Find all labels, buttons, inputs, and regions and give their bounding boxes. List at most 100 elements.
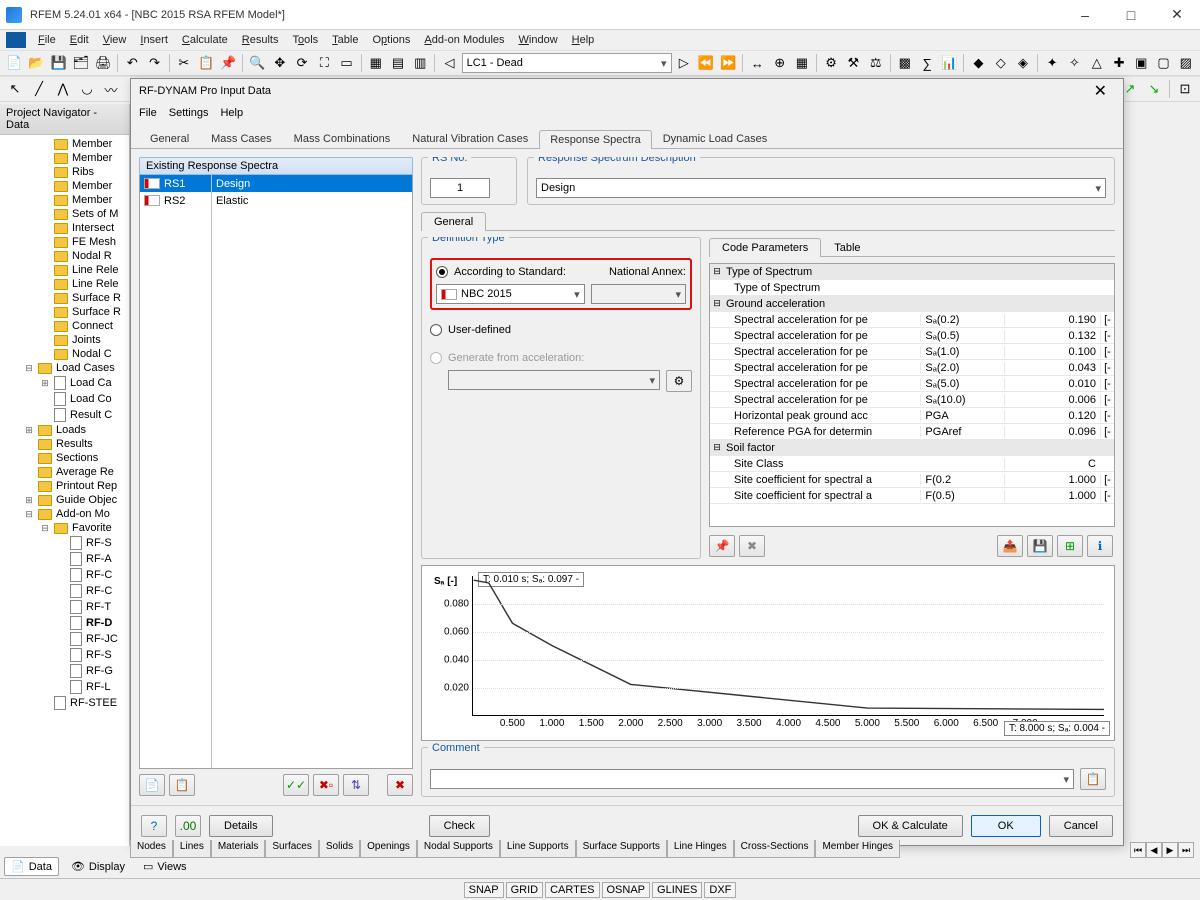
nav-item[interactable]: RF-JC (6, 631, 129, 647)
menu-edit[interactable]: Edit (64, 32, 95, 48)
menu-tools[interactable]: Tools (286, 32, 324, 48)
data-tab[interactable]: Surfaces (265, 840, 318, 858)
data-tab[interactable]: Lines (173, 840, 211, 858)
renumber-button[interactable]: ⇅ (343, 774, 369, 796)
spectra-row-name[interactable]: Elastic (212, 192, 412, 209)
menu-view[interactable]: View (97, 32, 133, 48)
arc-icon[interactable]: ◡ (76, 78, 98, 100)
nav-item[interactable]: Sets of M (6, 207, 129, 221)
nav-item[interactable]: RF-S (6, 647, 129, 663)
param-row[interactable]: ⊟Soil factor (710, 440, 1114, 456)
status-tab[interactable]: GRID (506, 882, 544, 898)
nav-next-icon[interactable]: ⏩ (718, 52, 738, 74)
status-tab[interactable]: CARTES (545, 882, 599, 898)
select-icon[interactable]: ▭ (336, 52, 356, 74)
pan-icon[interactable]: ✥ (270, 52, 290, 74)
spectra-row-id[interactable]: RS1 (140, 175, 211, 192)
menu-options[interactable]: Options (366, 32, 416, 48)
help-button[interactable]: ? (141, 815, 167, 837)
nav-item[interactable]: Average Re (6, 465, 129, 479)
spectra-row-id[interactable]: RS2 (140, 192, 211, 209)
param-row[interactable]: Spectral acceleration for peSₐ(10.0)0.00… (710, 392, 1114, 408)
dialog-tab[interactable]: Response Spectra (539, 130, 652, 149)
menu-help[interactable]: Help (566, 32, 601, 48)
status-tab[interactable]: DXF (704, 882, 736, 898)
dialog-menu-settings[interactable]: Settings (169, 107, 209, 119)
line-icon[interactable]: ╱ (28, 78, 50, 100)
dialog-menu-help[interactable]: Help (220, 107, 243, 119)
nav-prev-icon[interactable]: ⏪ (696, 52, 716, 74)
param-row[interactable]: Spectral acceleration for peSₐ(5.0)0.010… (710, 376, 1114, 392)
tab-prev-button[interactable]: ◀ (1146, 842, 1162, 858)
check-button[interactable]: Check (429, 815, 490, 837)
ok-button[interactable]: OK (971, 815, 1041, 837)
param-row[interactable]: Spectral acceleration for peSₐ(1.0)0.100… (710, 344, 1114, 360)
results-icon[interactable]: 📊 (939, 52, 959, 74)
nav-item[interactable]: Surface R (6, 291, 129, 305)
right3-icon[interactable]: ↘ (1143, 78, 1165, 100)
nav-item[interactable]: Connect (6, 319, 129, 333)
standard-combo[interactable]: NBC 2015 (436, 284, 585, 304)
close-button[interactable]: ✕ (1154, 0, 1200, 30)
nav-item[interactable]: RF-C (6, 583, 129, 599)
view-tab-display[interactable]: 👁Display (65, 858, 131, 875)
param-row[interactable]: Spectral acceleration for peSₐ(0.2)0.190… (710, 312, 1114, 328)
nav-item[interactable]: Member (6, 137, 129, 151)
param-row[interactable]: Site coefficient for spectral aF(0.5)1.0… (710, 488, 1114, 504)
nav-item[interactable]: ⊞Load Ca (6, 375, 129, 391)
misc1-icon[interactable]: ✦ (1042, 52, 1062, 74)
param-table[interactable]: ⊟Type of SpectrumType of SpectrumDesign … (709, 263, 1115, 527)
ok-calculate-button[interactable]: OK & Calculate (858, 815, 963, 837)
check-all-button[interactable]: ✓✓ (283, 774, 309, 796)
rs-no-input[interactable]: 1 (430, 178, 490, 198)
param-row[interactable]: ⊟Ground acceleration (710, 296, 1114, 312)
dialog-tab[interactable]: Mass Cases (200, 129, 283, 148)
data-tab[interactable]: Materials (211, 840, 266, 858)
fit-icon[interactable]: ⛶ (314, 52, 334, 74)
nav-item[interactable]: Nodal R (6, 249, 129, 263)
nav-item[interactable]: ⊟Favorite (6, 521, 129, 535)
nav-item[interactable]: RF-T (6, 599, 129, 615)
nav-item[interactable]: ⊟Load Cases (6, 361, 129, 375)
module2-icon[interactable]: ◇ (991, 52, 1011, 74)
loadcase-next-icon[interactable]: ▷ (674, 52, 694, 74)
tab-first-button[interactable]: ⏮ (1130, 842, 1146, 858)
param-row[interactable]: Type of SpectrumDesign spectrum for line… (710, 280, 1114, 296)
misc4-icon[interactable]: ✚ (1109, 52, 1129, 74)
calc-icon[interactable]: ∑ (917, 52, 937, 74)
status-tab[interactable]: OSNAP (602, 882, 651, 898)
param-row[interactable]: Spectral acceleration for peSₐ(2.0)0.043… (710, 360, 1114, 376)
data-tab[interactable]: Nodal Supports (417, 840, 500, 858)
loadcase-prev-icon[interactable]: ◁ (439, 52, 459, 74)
dialog-tab[interactable]: Mass Combinations (283, 129, 402, 148)
nav-item[interactable]: Line Rele (6, 263, 129, 277)
new-icon[interactable]: 📄 (4, 52, 24, 74)
nav-item[interactable]: ⊞Guide Objec (6, 493, 129, 507)
units-button[interactable]: .00 (175, 815, 201, 837)
open-icon[interactable]: 📂 (26, 52, 46, 74)
dialog-close-button[interactable]: ✕ (1086, 81, 1115, 101)
cancel-button[interactable]: Cancel (1049, 815, 1113, 837)
menu-table[interactable]: Table (326, 32, 364, 48)
nav-item[interactable]: RF-STEE (6, 695, 129, 711)
nav-item[interactable]: RF-C (6, 567, 129, 583)
misc3-icon[interactable]: △ (1087, 52, 1107, 74)
tool3-icon[interactable]: ⚖ (866, 52, 886, 74)
rs-desc-input[interactable]: Design (536, 178, 1106, 198)
coord-icon[interactable]: ⊕ (770, 52, 790, 74)
undo-icon[interactable]: ↶ (122, 52, 142, 74)
info-button[interactable]: ℹ (1087, 535, 1113, 557)
param-row[interactable]: Site ClassC (710, 456, 1114, 472)
view2-icon[interactable]: ▤ (388, 52, 408, 74)
param-tab-code[interactable]: Code Parameters (709, 238, 821, 257)
cut-icon[interactable]: ✂ (174, 52, 194, 74)
menu-window[interactable]: Window (513, 32, 564, 48)
radio-userdef[interactable] (430, 324, 442, 336)
dim-icon[interactable]: ↔ (747, 52, 767, 74)
menu-insert[interactable]: Insert (134, 32, 174, 48)
misc7-icon[interactable]: ▨ (1176, 52, 1196, 74)
mesh-icon[interactable]: ▩ (895, 52, 915, 74)
save-icon[interactable]: 💾 (49, 52, 69, 74)
menu-calculate[interactable]: Calculate (176, 32, 234, 48)
minimize-button[interactable]: – (1062, 0, 1108, 30)
